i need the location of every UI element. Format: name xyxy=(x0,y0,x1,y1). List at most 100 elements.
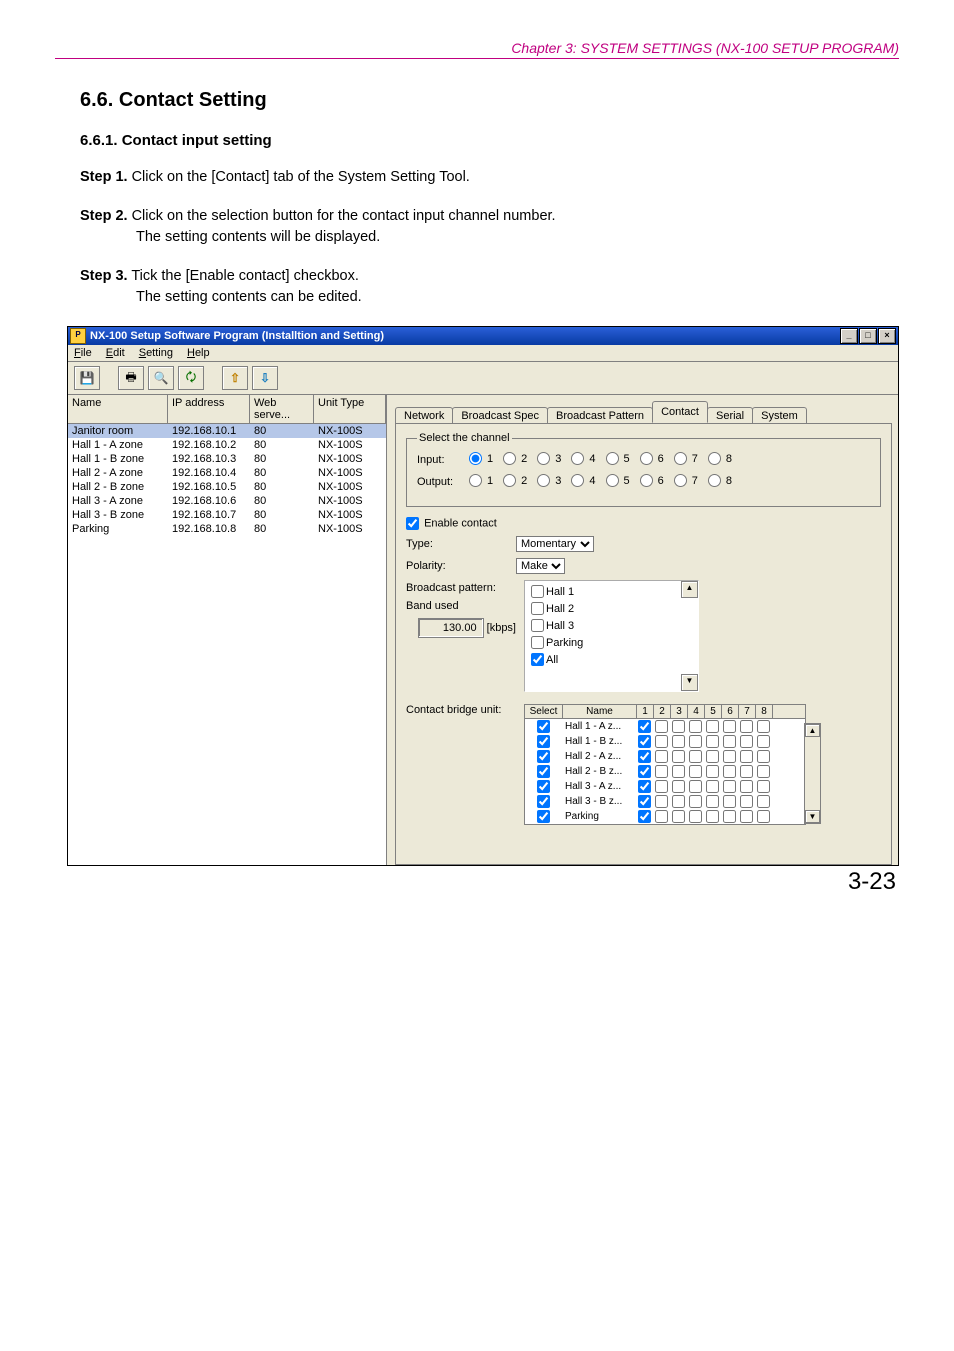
output-radio-7[interactable]: 7 xyxy=(674,474,698,487)
bridge-col-3[interactable]: 3 xyxy=(671,705,688,718)
bridge-select-checkbox[interactable] xyxy=(537,780,550,793)
menu-help[interactable]: Help xyxy=(187,347,210,359)
unit-row[interactable]: Hall 2 - A zone192.168.10.480NX-100S xyxy=(68,466,386,480)
bridge-col-1[interactable]: 1 xyxy=(637,705,654,718)
input-radio-1[interactable]: 1 xyxy=(469,452,493,465)
bridge-ch4-checkbox[interactable] xyxy=(689,750,702,763)
bridge-col-8[interactable]: 8 xyxy=(756,705,773,718)
col-type[interactable]: Unit Type xyxy=(314,395,386,423)
bridge-row[interactable]: Hall 3 - A z... xyxy=(525,779,805,794)
bridge-ch8-checkbox[interactable] xyxy=(757,765,770,778)
bridge-ch5-checkbox[interactable] xyxy=(706,810,719,823)
scroll-up-icon[interactable]: ▲ xyxy=(805,724,820,737)
bridge-select-checkbox[interactable] xyxy=(537,750,550,763)
upload-icon[interactable]: ⇧ xyxy=(222,366,248,390)
col-port[interactable]: Web serve... xyxy=(250,395,314,423)
bridge-ch1-checkbox[interactable] xyxy=(638,795,651,808)
tab-contact[interactable]: Contact xyxy=(652,401,708,423)
scroll-down-icon[interactable]: ▼ xyxy=(805,810,820,823)
tab-broadcast-pattern[interactable]: Broadcast Pattern xyxy=(547,407,653,424)
output-radio-6[interactable]: 6 xyxy=(640,474,664,487)
tab-system[interactable]: System xyxy=(752,407,807,424)
bridge-col-2[interactable]: 2 xyxy=(654,705,671,718)
minimize-button[interactable]: _ xyxy=(840,328,858,344)
pattern-row[interactable]: Hall 3 xyxy=(531,619,692,632)
window-titlebar[interactable]: P NX-100 Setup Software Program (Install… xyxy=(68,327,898,345)
unit-row[interactable]: Hall 3 - A zone192.168.10.680NX-100S xyxy=(68,494,386,508)
col-ip[interactable]: IP address xyxy=(168,395,250,423)
input-radio-4[interactable]: 4 xyxy=(571,452,595,465)
bridge-col-6[interactable]: 6 xyxy=(722,705,739,718)
pattern-checkbox[interactable] xyxy=(531,636,544,649)
bridge-ch1-checkbox[interactable] xyxy=(638,780,651,793)
bridge-ch3-checkbox[interactable] xyxy=(672,810,685,823)
bridge-row[interactable]: Hall 1 - B z... xyxy=(525,734,805,749)
bridge-ch7-checkbox[interactable] xyxy=(740,795,753,808)
bridge-ch6-checkbox[interactable] xyxy=(723,720,736,733)
bridge-ch4-checkbox[interactable] xyxy=(689,735,702,748)
pattern-row[interactable]: Hall 2 xyxy=(531,602,692,615)
bridge-col-4[interactable]: 4 xyxy=(688,705,705,718)
bridge-ch7-checkbox[interactable] xyxy=(740,765,753,778)
output-radio-8[interactable]: 8 xyxy=(708,474,732,487)
bridge-ch4-checkbox[interactable] xyxy=(689,780,702,793)
pattern-checkbox[interactable] xyxy=(531,619,544,632)
tab-network[interactable]: Network xyxy=(395,407,453,424)
bridge-select-checkbox[interactable] xyxy=(537,765,550,778)
unit-row[interactable]: Hall 1 - A zone192.168.10.280NX-100S xyxy=(68,438,386,452)
bridge-ch3-checkbox[interactable] xyxy=(672,780,685,793)
bridge-ch5-checkbox[interactable] xyxy=(706,780,719,793)
bridge-ch2-checkbox[interactable] xyxy=(655,780,668,793)
bridge-ch7-checkbox[interactable] xyxy=(740,780,753,793)
bridge-col-select[interactable]: Select xyxy=(525,705,563,718)
input-radio-8[interactable]: 8 xyxy=(708,452,732,465)
bridge-ch2-checkbox[interactable] xyxy=(655,750,668,763)
output-radio-2[interactable]: 2 xyxy=(503,474,527,487)
broadcast-pattern-list[interactable]: Hall 1 Hall 2 Hall 3 Parking All ▲ ▼ xyxy=(524,580,699,692)
bridge-scrollbar[interactable]: ▲ ▼ xyxy=(804,723,821,824)
bridge-ch5-checkbox[interactable] xyxy=(706,765,719,778)
bridge-ch5-checkbox[interactable] xyxy=(706,795,719,808)
bridge-row[interactable]: Hall 3 - B z... xyxy=(525,794,805,809)
bridge-ch3-checkbox[interactable] xyxy=(672,795,685,808)
unit-row[interactable]: Hall 1 - B zone192.168.10.380NX-100S xyxy=(68,452,386,466)
pattern-row[interactable]: Parking xyxy=(531,636,692,649)
menu-setting[interactable]: Setting xyxy=(139,347,173,359)
unit-row[interactable]: Hall 3 - B zone192.168.10.780NX-100S xyxy=(68,508,386,522)
bridge-ch1-checkbox[interactable] xyxy=(638,735,651,748)
bridge-ch4-checkbox[interactable] xyxy=(689,795,702,808)
output-radio-1[interactable]: 1 xyxy=(469,474,493,487)
bridge-ch8-checkbox[interactable] xyxy=(757,780,770,793)
print-icon[interactable]: 🖶 xyxy=(118,366,144,390)
input-radio-7[interactable]: 7 xyxy=(674,452,698,465)
bridge-ch8-checkbox[interactable] xyxy=(757,795,770,808)
unit-row[interactable]: Hall 2 - B zone192.168.10.580NX-100S xyxy=(68,480,386,494)
pattern-row[interactable]: All xyxy=(531,653,692,666)
input-radio-6[interactable]: 6 xyxy=(640,452,664,465)
bridge-ch6-checkbox[interactable] xyxy=(723,795,736,808)
bridge-ch7-checkbox[interactable] xyxy=(740,750,753,763)
menu-edit[interactable]: Edit xyxy=(106,347,125,359)
refresh-icon[interactable]: 🗘 xyxy=(178,366,204,390)
bridge-ch5-checkbox[interactable] xyxy=(706,720,719,733)
bridge-row[interactable]: Hall 2 - A z... xyxy=(525,749,805,764)
bridge-ch8-checkbox[interactable] xyxy=(757,750,770,763)
pattern-checkbox[interactable] xyxy=(531,585,544,598)
save-icon[interactable]: 💾 xyxy=(74,366,100,390)
unit-row[interactable]: Parking192.168.10.880NX-100S xyxy=(68,522,386,536)
bridge-ch5-checkbox[interactable] xyxy=(706,750,719,763)
bridge-select-checkbox[interactable] xyxy=(537,735,550,748)
bridge-select-checkbox[interactable] xyxy=(537,720,550,733)
bridge-ch1-checkbox[interactable] xyxy=(638,765,651,778)
scroll-up-icon[interactable]: ▲ xyxy=(681,581,698,598)
bridge-select-checkbox[interactable] xyxy=(537,810,550,823)
bridge-ch1-checkbox[interactable] xyxy=(638,720,651,733)
pattern-checkbox[interactable] xyxy=(531,653,544,666)
bridge-ch3-checkbox[interactable] xyxy=(672,765,685,778)
tab-broadcast-spec[interactable]: Broadcast Spec xyxy=(452,407,548,424)
bridge-select-checkbox[interactable] xyxy=(537,795,550,808)
pattern-checkbox[interactable] xyxy=(531,602,544,615)
bridge-ch4-checkbox[interactable] xyxy=(689,720,702,733)
input-radio-3[interactable]: 3 xyxy=(537,452,561,465)
bridge-ch7-checkbox[interactable] xyxy=(740,810,753,823)
